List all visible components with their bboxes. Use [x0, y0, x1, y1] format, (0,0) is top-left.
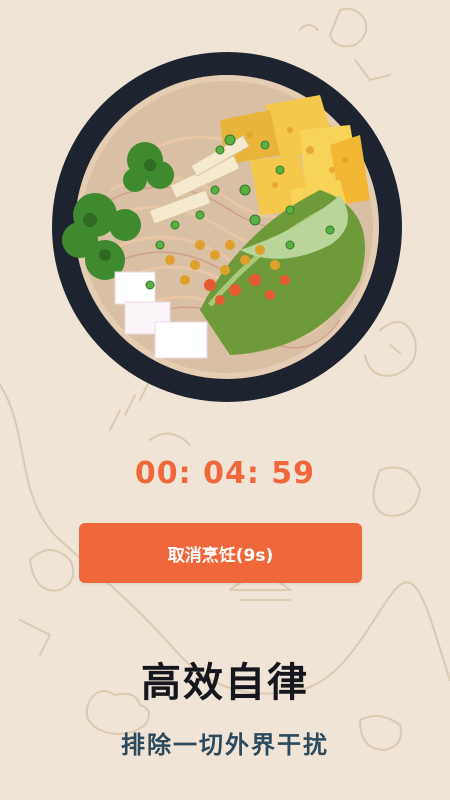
cancel-cooking-label: 取消烹饪(9s)	[167, 545, 274, 566]
cancel-cooking-button[interactable]: 取消烹饪(9s)	[79, 523, 362, 583]
noodle-bowl-illustration	[52, 52, 402, 402]
headline-title: 高效自律	[141, 660, 309, 706]
cooking-timer: 00: 04: 59	[134, 456, 316, 491]
headline-subtitle: 排除一切外界干扰	[121, 731, 329, 759]
